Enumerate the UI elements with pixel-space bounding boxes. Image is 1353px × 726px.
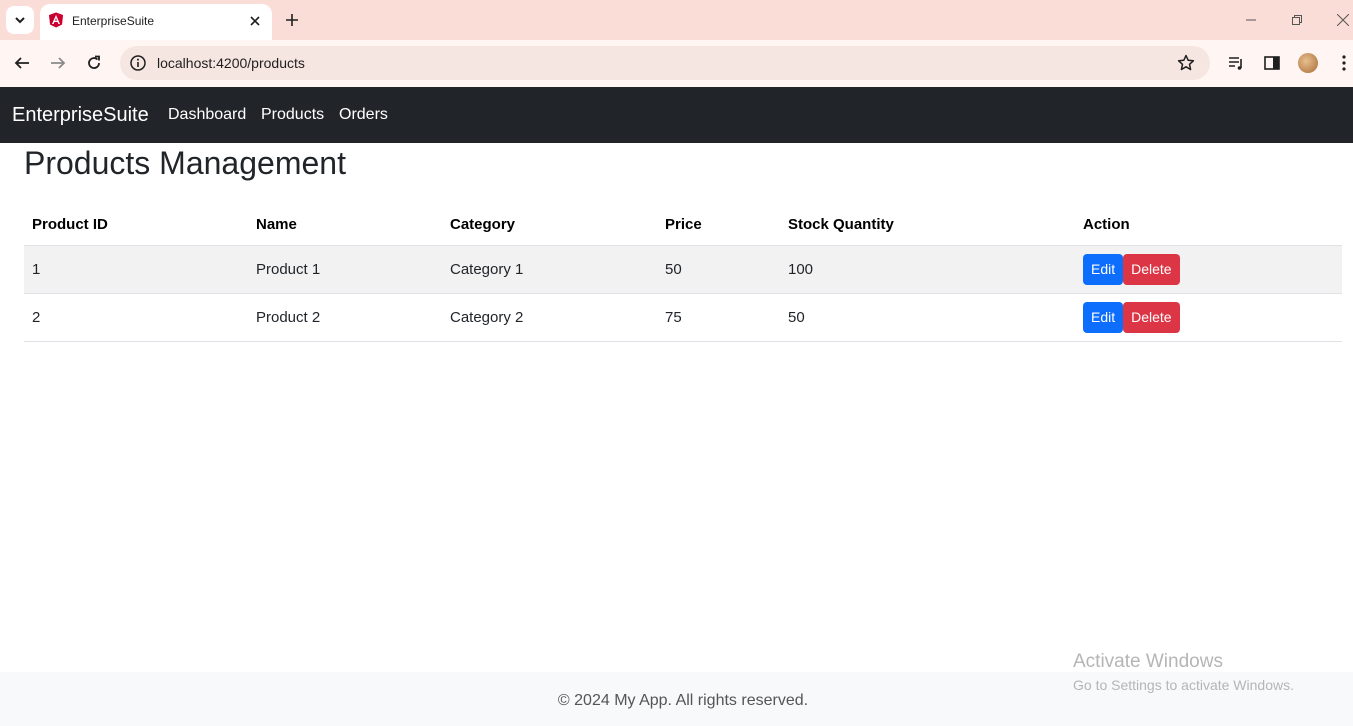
- cell-price: 75: [657, 293, 780, 342]
- products-table: Product ID Name Category Price Stock Qua…: [24, 205, 1342, 342]
- address-bar[interactable]: localhost:4200/products: [120, 46, 1210, 80]
- cell-name: Product 1: [248, 245, 442, 294]
- restore-icon: [1292, 15, 1302, 25]
- angular-logo-icon: [49, 12, 63, 28]
- more-vertical-icon: [1342, 55, 1346, 71]
- activate-windows-title: Activate Windows: [1073, 651, 1223, 672]
- header-product-id: Product ID: [24, 205, 248, 246]
- cell-category: Category 2: [442, 293, 657, 342]
- tab-close-button[interactable]: [246, 12, 264, 30]
- tab-title: EnterpriseSuite: [72, 14, 155, 28]
- profile-avatar[interactable]: [1298, 53, 1318, 73]
- side-panel-icon: [1264, 56, 1280, 70]
- browser-menu-button[interactable]: [1333, 52, 1353, 74]
- cell-category: Category 1: [442, 245, 657, 294]
- forward-button[interactable]: [46, 51, 70, 75]
- delete-button[interactable]: Delete: [1123, 253, 1180, 285]
- back-button[interactable]: [10, 51, 34, 75]
- reload-icon: [88, 55, 100, 69]
- cell-actions: Edit Delete: [1075, 293, 1342, 342]
- nav-link-orders[interactable]: Orders: [339, 106, 388, 124]
- cell-name: Product 2: [248, 293, 442, 342]
- table-header-row: Product ID Name Category Price Stock Qua…: [24, 205, 1342, 246]
- arrow-right-icon: [51, 57, 66, 69]
- header-name: Name: [248, 205, 442, 246]
- browser-tab[interactable]: EnterpriseSuite: [40, 4, 272, 40]
- star-icon: [1177, 54, 1195, 71]
- cell-price: 50: [657, 245, 780, 294]
- url-text: localhost:4200/products: [157, 55, 305, 71]
- table-row: 1 Product 1 Category 1 50 100 Edit Delete: [24, 245, 1342, 294]
- close-window-button[interactable]: [1333, 10, 1353, 30]
- minimize-button[interactable]: [1241, 10, 1261, 30]
- site-info-button[interactable]: [128, 53, 148, 73]
- delete-button[interactable]: Delete: [1123, 301, 1180, 333]
- cell-stock: 100: [780, 245, 1075, 294]
- browser-tab-bar: EnterpriseSuite: [0, 0, 1353, 40]
- table-row: 2 Product 2 Category 2 75 50 Edit Delete: [24, 293, 1342, 342]
- header-price: Price: [657, 205, 780, 246]
- navbar-brand[interactable]: EnterpriseSuite: [12, 104, 149, 127]
- media-queue-icon: [1229, 57, 1242, 70]
- activate-windows-subtitle: Go to Settings to activate Windows.: [1073, 677, 1294, 693]
- cell-product-id: 1: [24, 245, 248, 294]
- media-control-button[interactable]: [1225, 52, 1247, 74]
- header-stock-quantity: Stock Quantity: [780, 205, 1075, 246]
- arrow-left-icon: [14, 57, 29, 69]
- edit-button[interactable]: Edit: [1083, 253, 1124, 285]
- cell-actions: Edit Delete: [1075, 245, 1342, 294]
- info-icon: [130, 55, 146, 71]
- plus-icon: [286, 14, 298, 26]
- tab-search-button[interactable]: [6, 6, 34, 34]
- header-action: Action: [1075, 205, 1342, 246]
- footer-copyright: © 2024 My App. All rights reserved.: [557, 692, 809, 709]
- nav-link-products[interactable]: Products: [261, 106, 324, 124]
- side-panel-button[interactable]: [1261, 52, 1283, 74]
- header-category: Category: [442, 205, 657, 246]
- cell-product-id: 2: [24, 293, 248, 342]
- close-icon: [250, 16, 260, 26]
- close-icon: [1337, 14, 1349, 26]
- bookmark-button[interactable]: [1176, 53, 1196, 73]
- app-navbar: EnterpriseSuite Dashboard Products Order…: [0, 87, 1353, 143]
- new-tab-button[interactable]: [282, 10, 302, 30]
- restore-button[interactable]: [1287, 10, 1307, 30]
- chevron-down-icon: [15, 17, 25, 24]
- edit-button[interactable]: Edit: [1083, 301, 1124, 333]
- cell-stock: 50: [780, 293, 1075, 342]
- minimize-icon: [1246, 19, 1256, 21]
- page-title: Products Management: [24, 145, 346, 181]
- browser-toolbar: localhost:4200/products: [0, 40, 1353, 87]
- reload-button[interactable]: [82, 51, 106, 75]
- nav-link-dashboard[interactable]: Dashboard: [168, 106, 246, 124]
